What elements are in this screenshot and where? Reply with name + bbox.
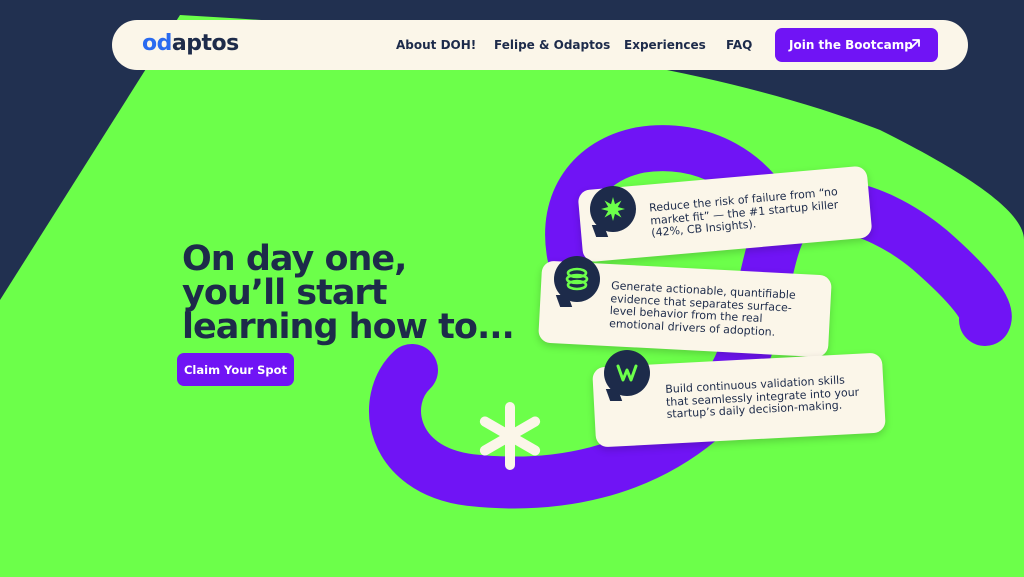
join-bootcamp-label: Join the Bootcamp bbox=[789, 38, 913, 52]
logo-part-od: od bbox=[142, 31, 172, 56]
nav-link-about[interactable]: About DOH! bbox=[396, 37, 476, 53]
arrow-up-right-icon bbox=[910, 39, 920, 49]
benefit-text-1: Reduce the risk of failure from “no mark… bbox=[648, 185, 839, 240]
headline-line-3: learning how to... bbox=[182, 307, 515, 347]
spiral-icon bbox=[554, 256, 600, 302]
nav-link-experiences[interactable]: Experiences bbox=[624, 37, 706, 53]
odaptos-logo[interactable]: odaptos bbox=[142, 30, 239, 58]
benefit-text-2: Generate actionable, quantifiable eviden… bbox=[608, 279, 797, 339]
starburst-icon bbox=[590, 186, 636, 232]
w-letter-icon bbox=[604, 350, 650, 396]
join-bootcamp-button[interactable]: Join the Bootcamp bbox=[775, 28, 938, 62]
claim-spot-button[interactable]: Claim Your Spot bbox=[177, 353, 294, 386]
hero-headline: On day one, you’ll start learning how to… bbox=[182, 239, 515, 347]
logo-part-aptos: aptos bbox=[171, 31, 239, 56]
headline-line-1: On day one, bbox=[182, 239, 407, 279]
top-navbar: odaptos About DOH! Felipe & Odaptos Expe… bbox=[112, 20, 968, 70]
benefit-text-3: Build continuous validation skills that … bbox=[665, 373, 860, 421]
headline-line-2: you’ll start bbox=[182, 273, 387, 313]
nav-link-felipe[interactable]: Felipe & Odaptos bbox=[494, 37, 610, 53]
nav-link-faq[interactable]: FAQ bbox=[726, 37, 752, 53]
